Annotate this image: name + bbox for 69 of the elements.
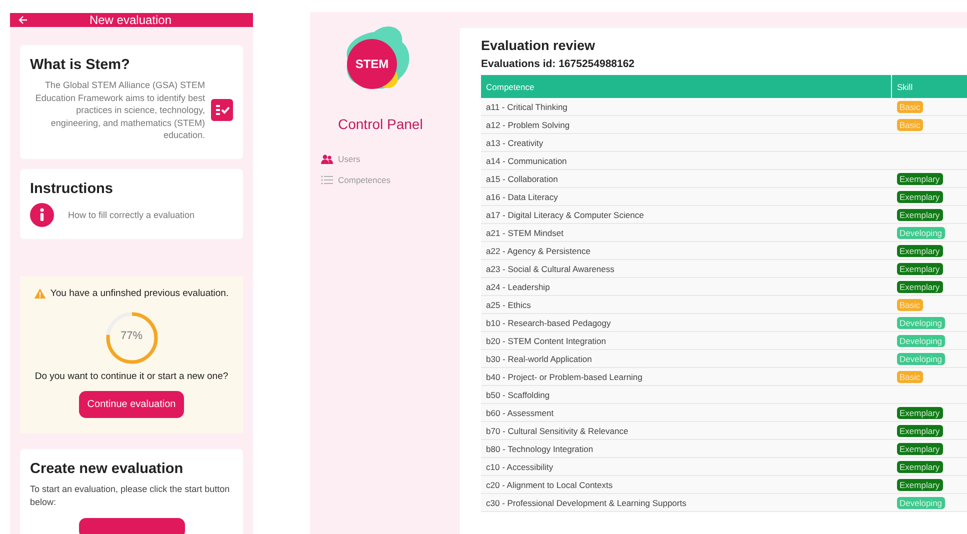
evaluation-id: Evaluations id: 1675254988162 xyxy=(481,58,636,70)
table-cell: a21 - STEM Mindset xyxy=(481,224,892,242)
skill-tag: Basic xyxy=(896,100,924,112)
sidebar-item[interactable]: Competences xyxy=(321,175,460,185)
sidebar-item[interactable]: Users xyxy=(321,154,460,164)
skill-tag: Developing xyxy=(896,316,946,328)
skill-tag: Exemplary xyxy=(896,172,943,184)
warning-text: You have a unfinshed previous evaluation. xyxy=(50,288,229,299)
skill-tag: Exemplary xyxy=(896,478,943,490)
skill-tag: Basic xyxy=(896,370,924,382)
question-text: Do you want to continue it or start a new one? xyxy=(34,371,228,382)
checklist-icon xyxy=(211,99,233,122)
card-title: Create new evaluation xyxy=(30,461,184,477)
skill-tag: Exemplary xyxy=(896,442,943,454)
skill-tag: Developing xyxy=(896,352,946,364)
table-cell: a16 - Data Literacy xyxy=(481,188,892,206)
info-icon xyxy=(30,203,54,227)
list-icon xyxy=(321,175,333,185)
table-cell: a24 - Leadership xyxy=(481,278,892,296)
start-button[interactable] xyxy=(78,518,184,534)
panel-title: Control Panel xyxy=(338,116,424,132)
warning-icon xyxy=(34,288,46,299)
table-cell: a11 - Critical Thinking xyxy=(481,98,892,116)
continue-evaluation-button[interactable]: Continue evaluation xyxy=(79,391,184,418)
column-header: Competence xyxy=(481,75,892,98)
table-cell: a17 - Digital Literacy & Computer Science xyxy=(481,206,892,224)
skill-tag: Basic xyxy=(896,298,924,310)
skill-tag: Exemplary xyxy=(896,208,943,220)
table-cell: a23 - Social & Cultural Awareness xyxy=(481,260,892,278)
skill-tag: Exemplary xyxy=(896,424,943,436)
skill-tag: Developing xyxy=(896,334,946,346)
card-title: Instructions xyxy=(30,181,114,197)
card-title: What is Stem? xyxy=(30,57,131,73)
table-cell: b60 - Assessment xyxy=(481,404,892,422)
table-cell: c10 - Accessibility xyxy=(481,458,892,476)
table-cell: a13 - Creativity xyxy=(481,134,892,152)
table-cell: b20 - STEM Content Integration xyxy=(481,332,892,350)
table-cell: a22 - Agency & Persistence xyxy=(481,242,892,260)
skill-tag: Exemplary xyxy=(896,190,943,202)
table-cell: b80 - Technology Integration xyxy=(481,440,892,458)
table-cell: b40 - Project- or Problem-based Learning xyxy=(481,368,892,386)
back-icon[interactable] xyxy=(18,15,28,25)
page-title: Evaluation review xyxy=(481,38,596,53)
progress-ring xyxy=(104,311,158,365)
table-cell: a15 - Collaboration xyxy=(481,170,892,188)
instructions-link[interactable]: How to fill correctly a evaluation xyxy=(68,210,195,220)
table-cell: b50 - Scaffolding xyxy=(481,386,892,404)
column-header: Skill xyxy=(892,75,967,98)
table-cell: b30 - Real-world Application xyxy=(481,350,892,368)
skill-tag: Basic xyxy=(896,118,924,130)
skill-tag: Exemplary xyxy=(896,460,943,472)
skill-tag: Exemplary xyxy=(896,262,943,274)
table-cell: c30 - Professional Development & Learning Supports xyxy=(481,494,892,512)
skill-tag: Exemplary xyxy=(896,406,943,418)
table-cell: a25 - Ethics xyxy=(481,296,892,314)
table-cell: b70 - Cultural Sensitivity & Relevance xyxy=(481,422,892,440)
header-title: New evaluation xyxy=(88,13,173,27)
skill-tag: Developing xyxy=(896,496,946,508)
skill-tag: Exemplary xyxy=(896,244,943,256)
table-cell: b10 - Research-based Pedagogy xyxy=(481,314,892,332)
users-icon xyxy=(321,154,333,164)
table-cell: c20 - Alignment to Local Contexts xyxy=(481,476,892,494)
skill-tag: Developing xyxy=(896,226,946,238)
instruction-text: To start an evaluation, please click the start button below: xyxy=(30,483,231,508)
table-cell: a12 - Problem Solving xyxy=(481,116,892,134)
description-text: The Global STEM Alliance (GSA) STEM Education Framework aims to identify best practices in science, technology, engineering, and mathematics (STEM) education. xyxy=(34,79,205,142)
skill-tag: Exemplary xyxy=(896,280,943,292)
progress-percentage: 77% xyxy=(119,330,144,342)
table-cell: a14 - Communication xyxy=(481,152,892,170)
